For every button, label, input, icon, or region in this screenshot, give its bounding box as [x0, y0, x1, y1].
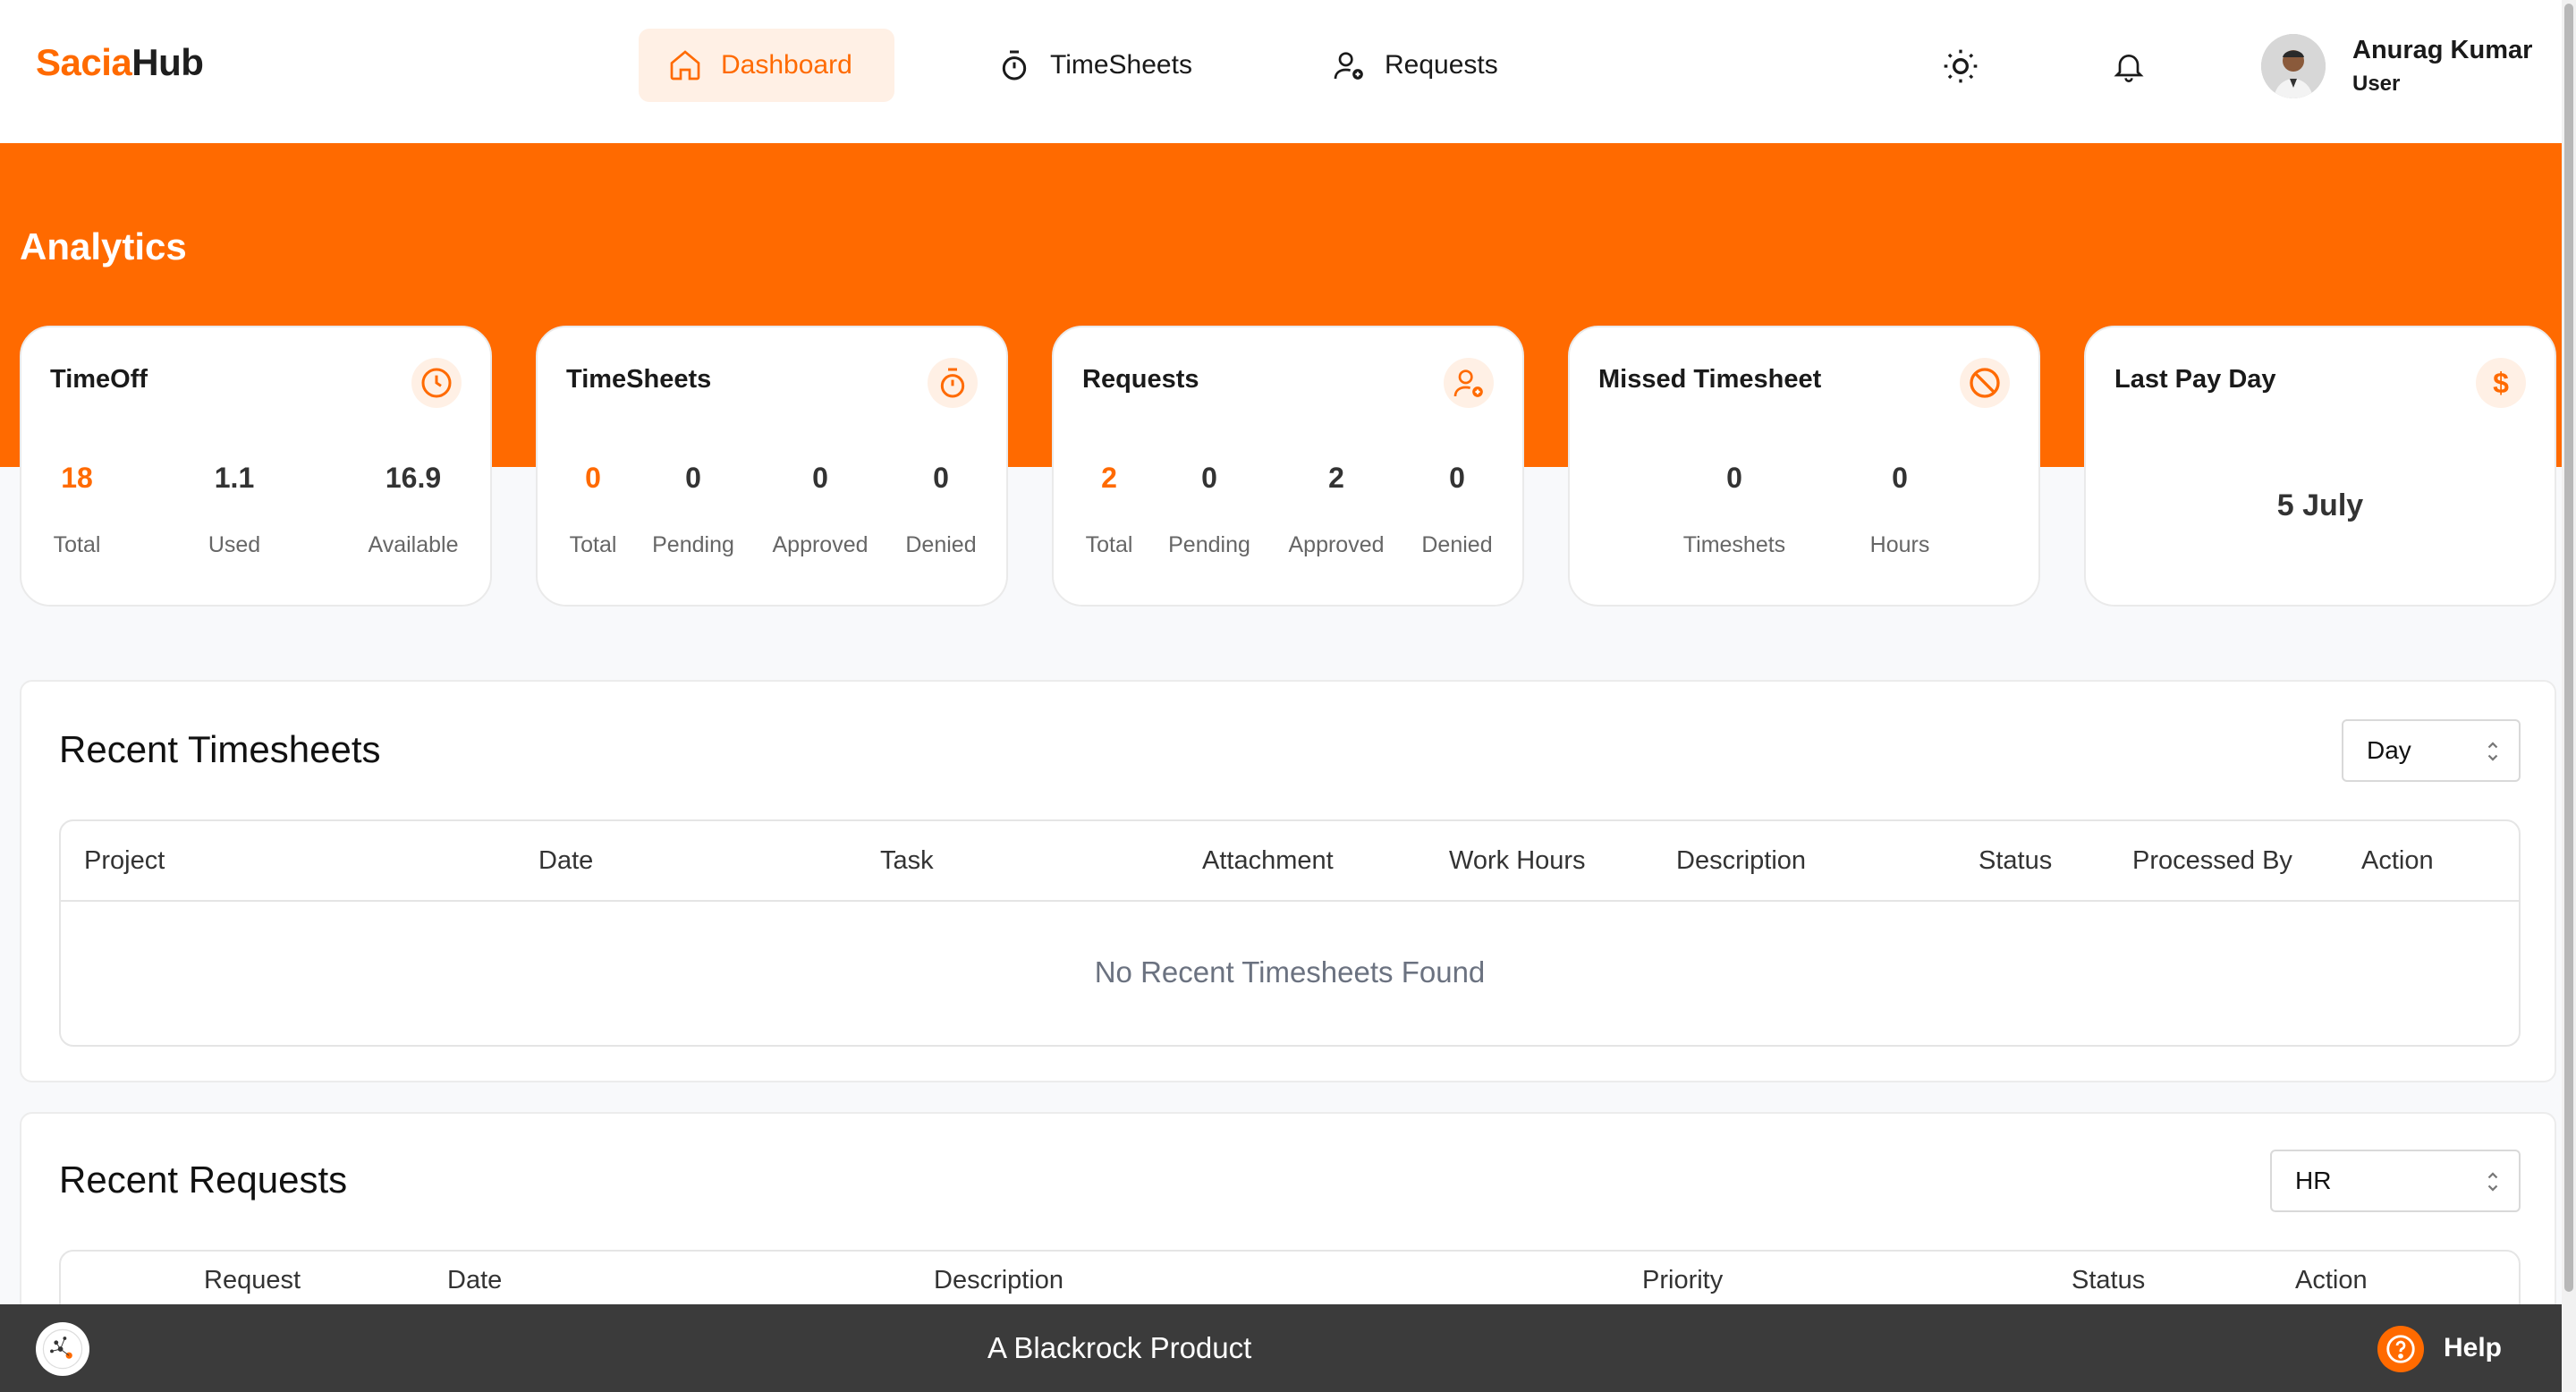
column-header: Status: [2072, 1266, 2146, 1294]
column-header: Action: [2295, 1266, 2368, 1294]
stat-pending: 0 Pending: [652, 462, 734, 557]
logo-part-2: Hub: [131, 41, 204, 83]
user-add-icon: [1444, 358, 1494, 408]
nav-timesheets-label: TimeSheets: [1050, 50, 1192, 80]
vertical-scrollbar[interactable]: [2562, 0, 2576, 1392]
timesheet-period-select[interactable]: Day: [2342, 719, 2521, 782]
ban-icon: [1960, 358, 2010, 408]
footer-tagline: A Blackrock Product: [987, 1331, 1252, 1364]
empty-state-message: No Recent Timesheets Found: [1094, 955, 1486, 989]
user-name[interactable]: Anurag Kumar: [2352, 36, 2532, 65]
column-header: Date: [447, 1266, 503, 1294]
card-timeoff: TimeOff 18 Total 1.1 Used 16.9 Available: [20, 326, 492, 607]
recent-timesheets-panel: Recent Timesheets Day Project Date Task …: [20, 680, 2556, 1082]
card-last-pay-day: Last Pay Day $ 5 July: [2084, 326, 2556, 607]
stat-hours: 0 Hours: [1869, 462, 1930, 557]
column-header: Priority: [1642, 1266, 1724, 1294]
column-header: Description: [1676, 846, 1807, 875]
column-header: Project: [84, 846, 165, 875]
card-requests: Requests 2 Total 0 Pending 2 Approved 0 Deni…: [1052, 326, 1524, 607]
stat-approved: 0 Approved: [772, 462, 869, 557]
stat-pending: 0 Pending: [1168, 462, 1250, 557]
nav-dashboard[interactable]: Dashboard: [639, 29, 894, 102]
nav-dashboard-label: Dashboard: [721, 50, 852, 80]
stat-available: 16.9 Available: [368, 462, 459, 557]
user-role: User: [2352, 72, 2401, 96]
page-title: Analytics: [20, 225, 187, 267]
chevron-up-down-icon: [2487, 742, 2498, 761]
nav-requests-label: Requests: [1385, 50, 1498, 80]
help-button[interactable]: Help: [2444, 1333, 2502, 1363]
recent-timesheets-table: Project Date Task Attachment Work Hours …: [59, 819, 2521, 1047]
card-timesheets: TimeSheets 0 Total 0 Pending 0 Approved 0 De…: [536, 326, 1008, 607]
company-logo[interactable]: [36, 1322, 89, 1376]
logo-part-1: Sacia: [36, 41, 132, 83]
last-pay-day-value: 5 July: [2276, 488, 2364, 522]
column-header: Status: [1979, 846, 2053, 875]
column-header: Task: [880, 846, 934, 875]
table-header-row: Project Date Task Attachment Work Hours …: [61, 821, 2519, 902]
stat-timesheets: 0 Timeshets: [1682, 462, 1786, 557]
stat-approved: 2 Approved: [1288, 462, 1385, 557]
stat-total: 18 Total: [53, 462, 101, 557]
column-header: Date: [538, 846, 594, 875]
theme-toggle-button[interactable]: [1939, 45, 1982, 88]
avatar-image: [2261, 34, 2326, 98]
chevron-up-down-icon: [2487, 1172, 2498, 1192]
card-title: TimeSheets: [566, 365, 712, 394]
column-header: Work Hours: [1449, 846, 1586, 875]
card-missed-timesheet: Missed Timesheet 0 Timeshets 0 Hours: [1568, 326, 2040, 607]
stat-total: 2 Total: [1085, 462, 1133, 557]
recent-timesheets-title: Recent Timesheets: [59, 728, 381, 770]
stopwatch-icon: [928, 358, 978, 408]
company-logo-mark: [42, 1328, 83, 1370]
recent-requests-title: Recent Requests: [59, 1159, 348, 1201]
user-add-icon: [1334, 52, 1363, 80]
stopwatch-icon: [1002, 50, 1027, 81]
notifications-button[interactable]: [2107, 45, 2150, 88]
top-header: SaciaHub Dashboard TimeSheets Requests A…: [0, 0, 2562, 143]
column-header: Processed By: [2132, 846, 2292, 875]
column-header: Description: [934, 1266, 1064, 1294]
sun-icon: [1944, 49, 1978, 83]
stat-total: 0 Total: [569, 462, 617, 557]
stat-used: 1.1 Used: [208, 462, 261, 557]
dollar-icon: $: [2476, 358, 2526, 408]
avatar[interactable]: [2261, 34, 2326, 98]
footer-bar: A Blackrock Product Help: [0, 1304, 2562, 1392]
clock-icon: [411, 358, 462, 408]
card-title: Missed Timesheet: [1598, 365, 1822, 394]
stat-denied: 0 Denied: [1421, 462, 1493, 557]
nav-timesheets[interactable]: TimeSheets: [968, 29, 1221, 102]
nav-requests[interactable]: Requests: [1302, 29, 1527, 102]
help-icon[interactable]: [2377, 1326, 2424, 1372]
app-logo[interactable]: SaciaHub: [36, 41, 204, 84]
column-header: Action: [2361, 846, 2434, 875]
request-type-select[interactable]: HR: [2270, 1150, 2521, 1212]
column-header: Request: [204, 1266, 301, 1294]
bell-icon: [2114, 55, 2144, 82]
card-title: Requests: [1082, 365, 1199, 394]
card-title: TimeOff: [50, 365, 148, 394]
timesheet-period-value: Day: [2367, 736, 2411, 764]
scrollbar-thumb[interactable]: [2564, 4, 2573, 1292]
home-icon: [670, 50, 700, 81]
request-type-value: HR: [2295, 1167, 2332, 1194]
column-header: Attachment: [1202, 846, 1334, 875]
card-title: Last Pay Day: [2114, 365, 2276, 394]
stat-denied: 0 Denied: [905, 462, 977, 557]
